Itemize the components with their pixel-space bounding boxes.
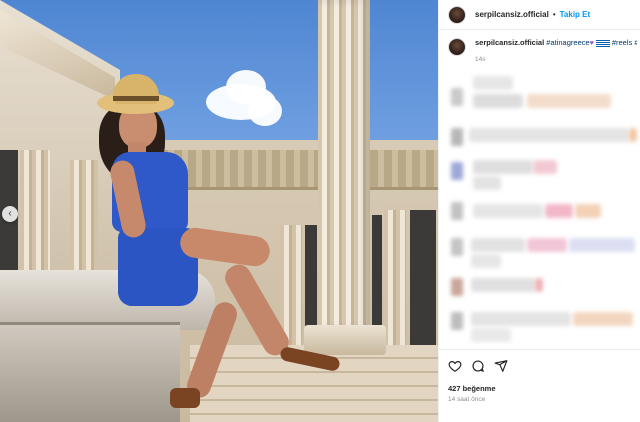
column-base [304, 325, 386, 355]
comments-list-blurred [439, 72, 640, 344]
caption: serpilcansiz.official #atinagreece♥ #reel… [448, 38, 638, 56]
like-button[interactable] [448, 359, 462, 373]
blurred-comment [471, 312, 571, 326]
follow-button[interactable]: Takip Et [560, 10, 591, 19]
blurred-avatar [451, 128, 463, 146]
chevron-left-icon: ‹ [8, 208, 12, 219]
building-column [384, 210, 406, 345]
blurred-avatar [451, 312, 463, 330]
blurred-avatar [451, 238, 463, 256]
blurred-comment [473, 76, 513, 90]
post-header: serpilcansiz.official • Takip Et [439, 0, 640, 30]
post-photo[interactable]: ‹ [0, 0, 438, 422]
building-window [410, 210, 436, 350]
caption-username[interactable]: serpilcansiz.official [475, 38, 544, 47]
blurred-comment [527, 238, 567, 252]
building-window [305, 225, 317, 335]
building-frieze [160, 150, 438, 190]
blurred-comment [533, 160, 557, 174]
blurred-avatar [451, 88, 463, 106]
caption-avatar[interactable] [448, 38, 466, 56]
building-column [20, 150, 50, 280]
blurred-comment [471, 238, 525, 252]
building-column [70, 160, 98, 270]
post-side-panel: serpilcansiz.official • Takip Et serpilc… [438, 0, 640, 422]
purple-heart-emoji-icon: ♥ [589, 40, 594, 47]
hashtag-link[interactable]: #atinagreece [546, 38, 589, 47]
blurred-comment [473, 160, 533, 174]
action-icons-row [448, 359, 508, 373]
cloud [248, 96, 282, 126]
caption-text: serpilcansiz.official #atinagreece♥ #reel… [475, 38, 637, 56]
building-column [280, 225, 302, 345]
greece-flag-emoji-icon [595, 39, 610, 47]
comment-icon [472, 360, 484, 372]
blurred-comment [575, 204, 601, 218]
avatar[interactable] [448, 5, 466, 24]
comment-button[interactable] [471, 359, 485, 373]
blurred-avatar [451, 202, 463, 220]
foreground-column [318, 0, 370, 330]
share-button[interactable] [494, 359, 508, 373]
blurred-comment [473, 176, 501, 190]
blurred-comment [473, 94, 523, 108]
blurred-avatar [451, 278, 463, 296]
blurred-comment [469, 128, 629, 142]
post-actions: 427 beğenme 14 saat önce [439, 349, 640, 419]
caption-time: 14s [475, 56, 486, 63]
hashtag-link[interactable]: # [634, 38, 637, 47]
send-icon [494, 360, 508, 372]
separator-dot: • [552, 10, 556, 19]
hashtag-link[interactable]: #reels [612, 38, 632, 47]
sandal [170, 388, 200, 408]
heart-icon [448, 361, 462, 372]
post-username[interactable]: serpilcansiz.official [475, 10, 549, 19]
blurred-comment [573, 312, 633, 326]
like-count[interactable]: 427 beğenme [448, 384, 496, 393]
blurred-comment [569, 238, 635, 252]
carousel-prev-button[interactable]: ‹ [2, 206, 18, 222]
blurred-comment [471, 328, 511, 342]
straw-hat-band [113, 96, 159, 101]
stone-pedestal [0, 322, 180, 422]
blurred-comment [545, 204, 573, 218]
blurred-comment [629, 128, 637, 142]
blurred-comment [473, 204, 543, 218]
blurred-comment [527, 94, 611, 108]
blurred-comment [535, 278, 543, 292]
blurred-avatar [451, 162, 463, 180]
post-timestamp: 14 saat önce [448, 396, 486, 403]
building-window [372, 215, 382, 335]
blurred-comment [471, 278, 535, 292]
blurred-comment [471, 254, 501, 268]
